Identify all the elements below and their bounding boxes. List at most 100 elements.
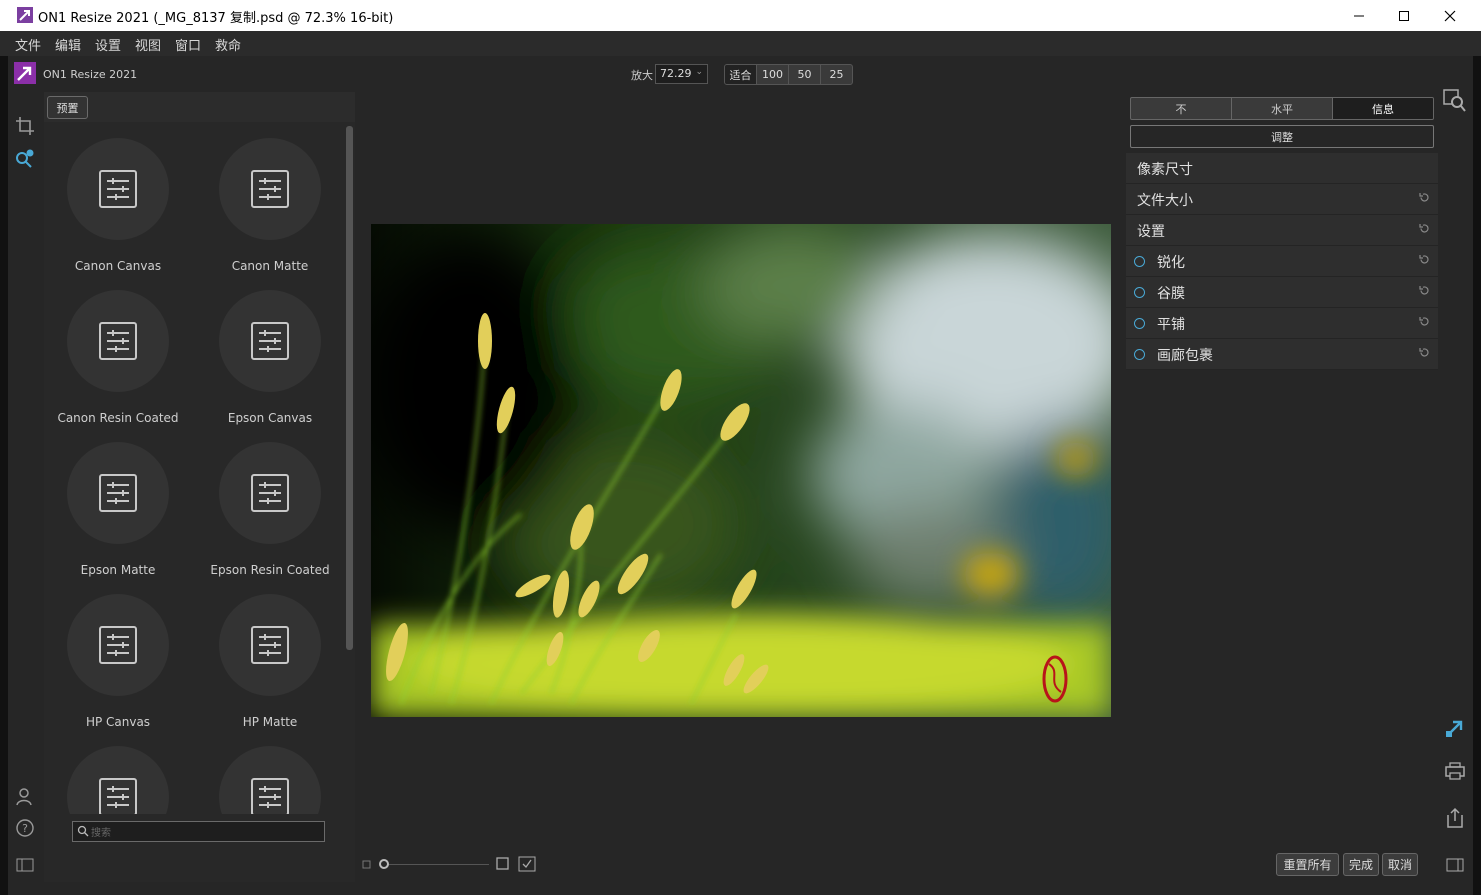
enable-radio[interactable] (1134, 256, 1145, 267)
section-sharpening[interactable]: 锐化 (1126, 246, 1438, 277)
tab-info[interactable]: 信息 (1333, 98, 1433, 119)
menu-help[interactable]: 救命 (215, 35, 241, 54)
menu-bar: 文件 编辑 设置 视图 窗口 救命 (0, 31, 1481, 56)
preset-label: Canon Canvas (74, 259, 162, 273)
slider-track (384, 864, 489, 865)
preset-label: Epson Canvas (227, 411, 313, 425)
preset-tile[interactable]: Canon Canvas (44, 138, 196, 288)
preset-sliders-icon (67, 138, 169, 240)
reset-icon[interactable] (1419, 316, 1430, 327)
section-label: 文件大小 (1137, 193, 1193, 209)
zoom-25-button[interactable]: 25 (821, 65, 852, 84)
menu-view[interactable]: 视图 (135, 35, 161, 54)
view-mode-tabs: 不 水平 信息 (1130, 97, 1434, 120)
section-settings[interactable]: 设置 (1126, 215, 1438, 246)
zoom-fit-button[interactable]: 适合 (725, 65, 757, 84)
enable-radio[interactable] (1134, 349, 1145, 360)
print-icon[interactable] (1443, 759, 1467, 783)
reset-icon[interactable] (1419, 285, 1430, 296)
cancel-button[interactable]: 取消 (1382, 853, 1418, 876)
left-toolbar: ? (8, 92, 42, 882)
preset-sliders-icon (67, 442, 169, 544)
section-file-size[interactable]: 文件大小 (1126, 184, 1438, 215)
maximize-button[interactable] (1381, 0, 1427, 31)
reset-icon[interactable] (1419, 254, 1430, 265)
loupe-icon[interactable] (1443, 89, 1467, 113)
tab-horizontal[interactable]: 水平 (1232, 98, 1333, 119)
preset-tile[interactable]: Epson Canvas (196, 290, 348, 440)
preset-sliders-icon (219, 442, 321, 544)
zoom-select[interactable]: 72.29 ⌄ (655, 64, 708, 84)
compare-icon[interactable] (518, 856, 536, 875)
brand-name: ON1 Resize 2021 (43, 68, 138, 81)
preset-sliders-icon (67, 594, 169, 696)
reset-icon[interactable] (1419, 223, 1430, 234)
zoom-preset-buttons: 适合 100 50 25 (724, 64, 853, 85)
reset-all-button[interactable]: 重置所有 (1276, 853, 1339, 876)
section-label: 谷膜 (1157, 286, 1185, 302)
preset-tile[interactable] (196, 746, 348, 814)
minimize-button[interactable] (1336, 0, 1382, 31)
thumb-small-icon[interactable] (362, 859, 372, 873)
panel-toggle-icon[interactable] (14, 854, 36, 876)
reset-icon[interactable] (1419, 347, 1430, 358)
section-tiling[interactable]: 平铺 (1126, 308, 1438, 339)
resize-module-icon[interactable] (1443, 716, 1467, 740)
right-border (1473, 56, 1481, 895)
done-button[interactable]: 完成 (1343, 853, 1379, 876)
search-icon (77, 825, 89, 837)
tab-none[interactable]: 不 (1131, 98, 1232, 119)
menu-file[interactable]: 文件 (15, 35, 41, 54)
preset-tile[interactable]: HP Matte (196, 594, 348, 744)
share-icon[interactable] (1443, 806, 1467, 830)
preset-label: Epson Matte (80, 563, 156, 577)
section-gallery-wrap[interactable]: 画廊包裹 (1126, 339, 1438, 370)
adjust-button[interactable]: 调整 (1130, 125, 1434, 148)
thumb-large-icon[interactable] (496, 857, 510, 874)
preset-tile[interactable]: Canon Matte (196, 138, 348, 288)
preset-label: HP Canvas (85, 715, 151, 729)
chevron-down-icon: ⌄ (695, 67, 703, 77)
menu-settings[interactable]: 设置 (95, 35, 121, 54)
resize-lens-icon[interactable] (14, 147, 36, 169)
zoom-value: 72.29 (660, 67, 692, 80)
slider-thumb[interactable] (379, 859, 389, 869)
left-border (0, 56, 8, 895)
section-film-grain[interactable]: 谷膜 (1126, 277, 1438, 308)
section-label: 锐化 (1157, 255, 1185, 271)
presets-header: 预置 (44, 92, 355, 122)
crop-icon[interactable] (14, 115, 36, 137)
zoom-100-button[interactable]: 100 (757, 65, 789, 84)
help-icon[interactable]: ? (14, 817, 36, 839)
menu-window[interactable]: 窗口 (175, 35, 201, 54)
settings-panel: 不 水平 信息 调整 像素尺寸 文件大小 设置 锐化 谷膜 平铺 画廊包裹 (1126, 92, 1438, 372)
preset-tile[interactable]: HP Canvas (44, 594, 196, 744)
preset-label: Canon Resin Coated (57, 411, 179, 425)
preset-tile[interactable] (44, 746, 196, 814)
section-label: 平铺 (1157, 317, 1185, 333)
reset-icon[interactable] (1419, 192, 1430, 203)
preset-sliders-icon (67, 290, 169, 392)
menu-edit[interactable]: 编辑 (55, 35, 81, 54)
zoom-label: 放大 (631, 69, 653, 82)
preset-label: Canon Matte (231, 259, 309, 273)
svg-text:?: ? (22, 822, 28, 835)
preset-sliders-icon (219, 746, 321, 814)
image-canvas[interactable] (371, 224, 1111, 717)
thumbnail-size-slider[interactable] (379, 858, 491, 872)
preset-tile[interactable]: Epson Resin Coated (196, 442, 348, 592)
user-icon[interactable] (14, 785, 36, 807)
right-panel-toggle-icon[interactable] (1443, 853, 1467, 877)
enable-radio[interactable] (1134, 318, 1145, 329)
presets-button[interactable]: 预置 (47, 96, 88, 119)
photo-preview (371, 224, 1111, 717)
zoom-50-button[interactable]: 50 (789, 65, 821, 84)
section-label: 画廊包裹 (1157, 348, 1213, 364)
section-pixel-dimensions[interactable]: 像素尺寸 (1126, 153, 1438, 184)
enable-radio[interactable] (1134, 287, 1145, 298)
section-label: 像素尺寸 (1137, 162, 1193, 178)
close-button[interactable] (1427, 0, 1473, 31)
preset-tile[interactable]: Epson Matte (44, 442, 196, 592)
preset-search-input[interactable]: 搜索 (72, 821, 325, 842)
preset-tile[interactable]: Canon Resin Coated (44, 290, 196, 440)
